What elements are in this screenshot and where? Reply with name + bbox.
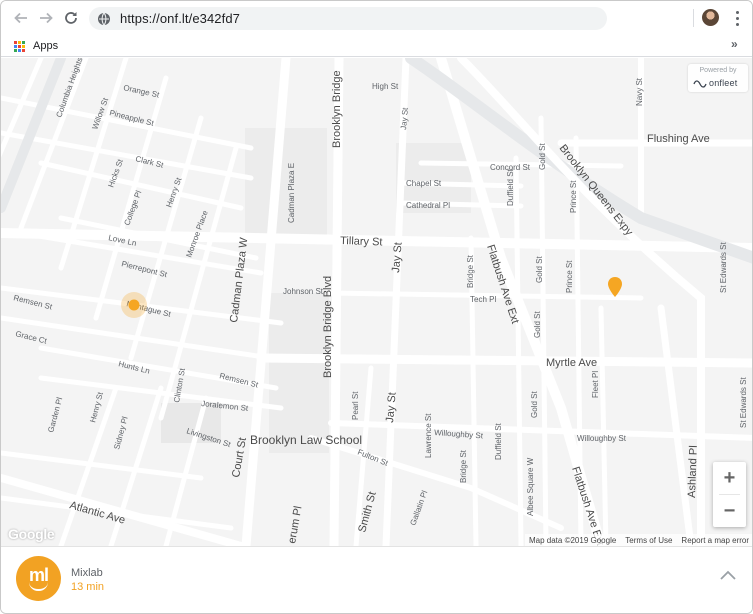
apps-bookmark[interactable]: Apps xyxy=(14,38,58,54)
zoom-control: + − xyxy=(713,462,746,527)
street-label: Myrtle Ave xyxy=(546,357,597,369)
street-label: Gold St xyxy=(535,256,544,283)
destination-pin-icon[interactable] xyxy=(608,277,622,297)
street-label: Jay St xyxy=(390,242,405,274)
street-label: Tech Pl xyxy=(470,295,496,304)
zoom-out-button[interactable]: − xyxy=(713,495,746,527)
street-label: St Edwards St xyxy=(719,242,728,293)
street-label: Gallatin Pl xyxy=(408,489,429,527)
street-map: Columbia Heights Orange St Willow St Pin… xyxy=(1,58,752,546)
street-label: Albee Square W xyxy=(526,457,535,516)
driver-location-marker[interactable] xyxy=(121,292,147,318)
map-canvas[interactable]: Columbia Heights Orange St Willow St Pin… xyxy=(1,58,752,546)
street-label: Gold St xyxy=(530,391,539,418)
powered-by-text: Powered by xyxy=(699,67,737,74)
street-label: Cadman Plaza E xyxy=(287,163,296,223)
street-label: Lawrence St xyxy=(424,413,433,458)
street-label: Pearl St xyxy=(351,391,360,420)
apps-label[interactable]: Apps xyxy=(33,40,58,52)
street-label: Jay St xyxy=(384,392,399,424)
street-label: Court St xyxy=(230,437,249,479)
street-label: Chapel St xyxy=(406,179,442,188)
back-arrow-icon[interactable] xyxy=(11,8,31,28)
street-label: erum Pl xyxy=(286,505,304,544)
street-label: Sidney Pl xyxy=(112,415,129,450)
street-label: Grace Ct xyxy=(15,329,49,346)
report-error-link[interactable]: Report a map error xyxy=(681,536,749,545)
street-label: Jay St xyxy=(399,106,410,130)
chevron-up-icon[interactable] xyxy=(719,569,737,583)
google-logo[interactable]: Google xyxy=(8,526,55,542)
street-label: Gold St xyxy=(538,143,547,170)
destination-panel: ml Mixlab 13 min xyxy=(1,546,752,613)
profile-avatar[interactable] xyxy=(702,9,719,26)
landmark-label: Brooklyn Law School xyxy=(250,433,362,447)
browser-window: https://onf.lt/e342fd7 Apps » Columbia H… xyxy=(0,0,753,614)
park-area xyxy=(269,293,329,453)
address-bar[interactable]: https://onf.lt/e342fd7 xyxy=(89,7,607,30)
road-network xyxy=(1,58,752,546)
street-label: Flushing Ave xyxy=(647,133,710,145)
toolbar-divider xyxy=(693,9,694,27)
onfleet-name: onfleet xyxy=(709,78,738,88)
zoom-in-button[interactable]: + xyxy=(713,462,746,494)
street-label: Duffield St xyxy=(494,422,503,460)
street-label: Navy St xyxy=(635,77,644,106)
street-label: Hicks St xyxy=(106,157,125,188)
street-label: Gold St xyxy=(533,311,542,338)
street-label: Brooklyn Bridge Blvd xyxy=(322,276,334,378)
powered-by-badge[interactable]: Powered by onfleet xyxy=(688,64,748,92)
street-label: Willoughby St xyxy=(577,434,627,443)
reload-icon[interactable] xyxy=(61,8,81,28)
terms-link[interactable]: Terms of Use xyxy=(625,536,672,545)
menu-dots-icon[interactable] xyxy=(730,9,744,27)
street-label: Johnson St xyxy=(283,287,324,296)
street-label: High St xyxy=(372,82,399,91)
street-label: Fleet Pl xyxy=(591,371,600,398)
chevrons-right-icon[interactable]: » xyxy=(731,37,738,51)
merchant-name: Mixlab xyxy=(71,567,103,579)
street-label: Prince St xyxy=(565,260,574,293)
street-label: Henry St xyxy=(88,390,105,423)
forward-arrow-icon[interactable] xyxy=(36,8,56,28)
bookmarks-bar: Apps » xyxy=(1,35,752,57)
map-attribution: Map data ©2019 Google Terms of Use Repor… xyxy=(525,534,752,546)
site-info-icon[interactable] xyxy=(97,12,111,26)
street-label: Cathedral Pl xyxy=(406,201,450,210)
street-label: Ashland Pl xyxy=(686,445,700,498)
street-label: Tillary St xyxy=(340,235,383,248)
street-label: Brooklyn Bridge xyxy=(331,70,343,148)
street-label: Garden Pl xyxy=(46,396,64,433)
smile-icon xyxy=(29,582,48,591)
eta-text: 13 min xyxy=(71,581,105,593)
merchant-logo: ml xyxy=(16,556,61,601)
apps-grid-icon xyxy=(14,40,25,52)
map-data-text: Map data ©2019 Google xyxy=(529,535,617,545)
park-area xyxy=(245,128,327,238)
street-label: Remsen St xyxy=(219,371,260,389)
onfleet-logo-icon xyxy=(693,79,707,88)
browser-toolbar: https://onf.lt/e342fd7 xyxy=(1,1,752,35)
street-label: Prince St xyxy=(569,180,578,213)
street-label: Orange St xyxy=(123,83,161,100)
street-label: Cadman Plaza W xyxy=(228,236,250,323)
street-label: Bridge St xyxy=(459,449,468,483)
street-label: Bridge St xyxy=(466,254,475,288)
onfleet-brand: onfleet xyxy=(693,78,737,88)
street-label: St Edwards St xyxy=(739,377,748,428)
url-text[interactable]: https://onf.lt/e342fd7 xyxy=(120,11,240,26)
street-label: Duffield St xyxy=(506,168,515,206)
